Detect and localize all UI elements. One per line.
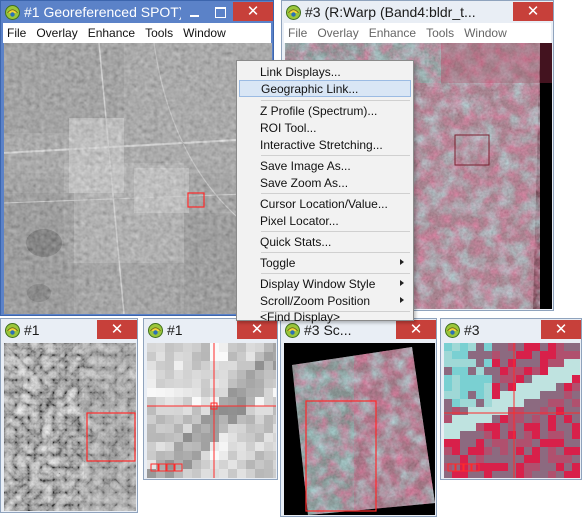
window-title: #3 (R:Warp (Band4:bldr_t... [305, 4, 476, 20]
image-view[interactable] [284, 343, 435, 515]
menu-item-label: <Find Display> [260, 309, 341, 324]
scroll-window-3[interactable]: #3 Sc... ✕ [280, 318, 437, 517]
title-bar[interactable]: #3 (R:Warp (Band4:bldr_t... ✕ [282, 1, 553, 23]
close-button[interactable]: ✕ [541, 320, 581, 339]
menu-separator [261, 252, 410, 253]
menu-bar: File Overlay Enhance Tools Window [3, 23, 271, 43]
menu-item-save-zoom-as[interactable]: Save Zoom As... [239, 174, 411, 191]
menu-separator [261, 273, 410, 274]
envi-logo-icon [5, 4, 20, 20]
menu-file[interactable]: File [284, 26, 311, 40]
window-title: #3 Sc... [304, 322, 352, 338]
menu-item-geographic-link[interactable]: Geographic Link... [239, 80, 411, 97]
image-view[interactable] [147, 343, 276, 478]
image-view[interactable] [444, 343, 580, 478]
title-bar[interactable]: #1 ✕ [1, 319, 137, 341]
zoom-window-1[interactable]: #1 ✕ [143, 318, 278, 480]
close-button[interactable]: ✕ [233, 2, 273, 21]
zoom-window-3[interactable]: #3 ✕ [440, 318, 582, 480]
menu-item-quick-stats[interactable]: Quick Stats... [239, 233, 411, 250]
context-menu: Link Displays... Geographic Link... Z Pr… [236, 60, 414, 324]
window-title: #1 Georeferenced SPOT):... [24, 4, 181, 20]
image-view[interactable] [4, 43, 272, 314]
window-title: #3 [464, 322, 480, 338]
menu-separator [261, 100, 410, 101]
menu-item-save-image-as[interactable]: Save Image As... [239, 157, 411, 174]
menu-item-cursor-location-value[interactable]: Cursor Location/Value... [239, 195, 411, 212]
title-bar[interactable]: #3 ✕ [441, 319, 581, 341]
minimize-button[interactable] [181, 2, 207, 22]
zoomed-false-color-pixels [444, 343, 580, 478]
menu-item-label: Toggle [260, 255, 296, 270]
menu-overlay[interactable]: Overlay [313, 26, 362, 40]
close-button[interactable]: ✕ [97, 320, 137, 339]
menu-item-display-window-style[interactable]: Display Window Style [239, 275, 411, 292]
envi-logo-icon [5, 322, 20, 338]
menu-window[interactable]: Window [460, 26, 511, 40]
menu-item-pixel-locator[interactable]: Pixel Locator... [239, 212, 411, 229]
menu-overlay[interactable]: Overlay [32, 26, 81, 40]
menu-item-label: Scroll/Zoom Position [260, 293, 371, 308]
menu-enhance[interactable]: Enhance [84, 26, 139, 40]
menu-tools[interactable]: Tools [422, 26, 458, 40]
maximize-button[interactable] [207, 2, 233, 22]
window-title: #1 [167, 322, 183, 338]
menu-item-find-display[interactable]: <Find Display> [239, 310, 411, 324]
envi-logo-icon [285, 322, 300, 338]
title-bar[interactable]: #1 Georeferenced SPOT):... ✕ [1, 1, 273, 23]
menu-separator [261, 231, 410, 232]
menu-item-z-profile[interactable]: Z Profile (Spectrum)... [239, 102, 411, 119]
panchromatic-image [4, 43, 272, 314]
menu-item-interactive-stretching[interactable]: Interactive Stretching... [239, 136, 411, 153]
submenu-arrow-icon [400, 259, 404, 265]
image-view[interactable] [4, 343, 136, 511]
overview-image [4, 343, 136, 511]
menu-separator [261, 193, 410, 194]
menu-separator [261, 155, 410, 156]
menu-enhance[interactable]: Enhance [365, 26, 420, 40]
window-title: #1 [24, 322, 40, 338]
menu-file[interactable]: File [3, 26, 30, 40]
close-button[interactable]: ✕ [396, 320, 436, 339]
display-window-1[interactable]: #1 Georeferenced SPOT):... ✕ File Overla… [0, 0, 274, 316]
menu-window[interactable]: Window [179, 26, 230, 40]
submenu-arrow-icon [400, 280, 404, 286]
zoomed-pixels [147, 343, 276, 478]
title-bar[interactable]: #1 ✕ [144, 319, 277, 341]
menu-item-roi-tool[interactable]: ROI Tool... [239, 119, 411, 136]
scroll-window-1[interactable]: #1 ✕ [0, 318, 138, 513]
submenu-arrow-icon [400, 297, 404, 303]
menu-tools[interactable]: Tools [141, 26, 177, 40]
menu-item-label: Display Window Style [260, 276, 376, 291]
warped-overview-image [284, 343, 435, 515]
envi-logo-icon [445, 322, 460, 338]
menu-item-scroll-zoom-position[interactable]: Scroll/Zoom Position [239, 292, 411, 309]
envi-logo-icon [148, 322, 163, 338]
menu-item-toggle[interactable]: Toggle [239, 254, 411, 271]
menu-item-link-displays[interactable]: Link Displays... [239, 63, 411, 80]
close-button[interactable]: ✕ [513, 2, 553, 21]
envi-logo-icon [286, 4, 301, 20]
menu-bar: File Overlay Enhance Tools Window [284, 23, 551, 43]
